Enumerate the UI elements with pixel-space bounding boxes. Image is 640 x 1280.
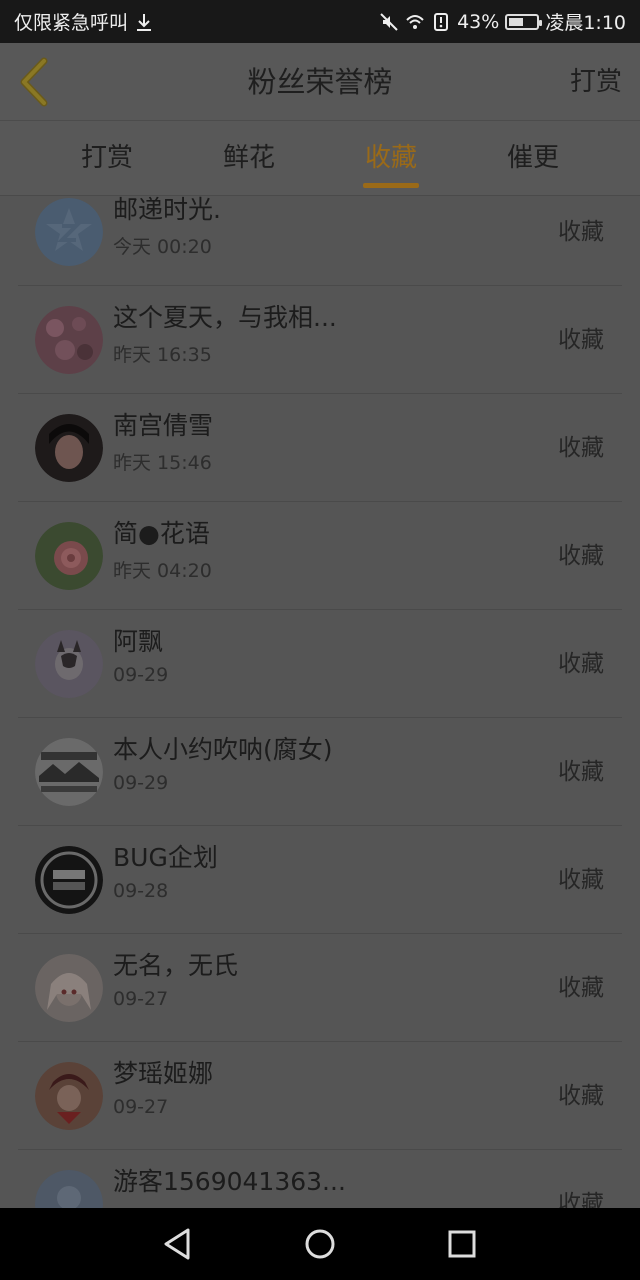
fan-time: 昨天 04:20: [113, 560, 212, 582]
avatar: [35, 198, 103, 266]
avatar: [35, 414, 103, 482]
tab-reward[interactable]: 打赏: [47, 121, 167, 196]
fan-name: 阿飘: [113, 627, 164, 656]
list-item[interactable]: 梦瑶姬娜 09-27 收藏: [18, 1042, 622, 1150]
active-tab-indicator: [363, 183, 419, 188]
mute-icon: [380, 12, 398, 31]
fan-tag: 收藏: [558, 435, 604, 461]
tab-flowers[interactable]: 鲜花: [189, 121, 309, 196]
system-nav-bar: [0, 1208, 640, 1280]
list-item[interactable]: 这个夏天，与我相... 昨天 16:35 收藏: [18, 286, 622, 394]
fan-tag: 收藏: [558, 867, 604, 893]
fan-name: 游客1569041363...: [113, 1167, 346, 1196]
fan-time: 09-29: [113, 664, 169, 686]
fan-name: 梦瑶姬娜: [113, 1059, 214, 1088]
status-left-text: 仅限紧急呼叫: [14, 12, 129, 34]
list-item[interactable]: 邮递时光. 今天 00:20 收藏: [18, 196, 622, 286]
reward-button[interactable]: 打赏: [570, 43, 622, 121]
fan-tag: 收藏: [558, 219, 604, 245]
fan-tag: 收藏: [558, 327, 604, 353]
fan-time: 昨天 16:35: [113, 344, 212, 366]
avatar: [35, 1170, 103, 1208]
fan-time: 09-28: [113, 880, 169, 902]
status-time: 凌晨1:10: [545, 12, 626, 34]
home-icon[interactable]: [300, 1224, 340, 1264]
fan-time: 09-29: [113, 772, 169, 794]
list-item[interactable]: 游客1569041363... 收藏: [18, 1150, 622, 1208]
battery-icon: [505, 13, 543, 30]
back-icon[interactable]: [158, 1224, 198, 1264]
fan-time: 昨天 15:46: [113, 452, 212, 474]
avatar: [35, 306, 103, 374]
fan-name: 邮递时光.: [113, 196, 221, 224]
tab-urge[interactable]: 催更: [473, 121, 593, 196]
fan-tag: 收藏: [558, 651, 604, 677]
fan-time: 今天 00:20: [113, 236, 212, 258]
fan-name: 无名，无氏: [113, 951, 239, 980]
avatar: [35, 846, 103, 914]
fan-name: 简●花语: [113, 519, 210, 548]
fan-tag: 收藏: [558, 975, 604, 1001]
wifi-icon: [406, 14, 424, 29]
fan-time: 09-27: [113, 1096, 169, 1118]
fan-time: 09-27: [113, 988, 169, 1010]
avatar: [35, 1062, 103, 1130]
avatar: [35, 522, 103, 590]
fan-tag: 收藏: [558, 1191, 604, 1208]
list-item[interactable]: 简●花语 昨天 04:20 收藏: [18, 502, 622, 610]
fan-name: 这个夏天，与我相...: [113, 303, 337, 332]
avatar: [35, 630, 103, 698]
app-bar: 粉丝荣誉榜 打赏: [0, 43, 640, 121]
list-item[interactable]: 阿飘 09-29 收藏: [18, 610, 622, 718]
page-title: 粉丝荣誉榜: [247, 65, 393, 99]
list-item[interactable]: 南宫倩雪 昨天 15:46 收藏: [18, 394, 622, 502]
fan-name: 本人小约吹呐(腐女): [113, 735, 333, 764]
list-item[interactable]: 无名，无氏 09-27 收藏: [18, 934, 622, 1042]
download-icon: [137, 13, 152, 31]
list-item[interactable]: 本人小约吹呐(腐女) 09-29 收藏: [18, 718, 622, 826]
recents-icon[interactable]: [442, 1224, 482, 1264]
fan-name: BUG企划: [113, 843, 218, 872]
avatar: [35, 954, 103, 1022]
alert-icon: [434, 12, 449, 31]
battery-percent: 43%: [457, 10, 500, 33]
fan-tag: 收藏: [558, 759, 604, 785]
fan-name: 南宫倩雪: [113, 411, 214, 440]
tab-bar: 打赏 鲜花 收藏 催更: [0, 121, 640, 196]
list-item[interactable]: BUG企划 09-28 收藏: [18, 826, 622, 934]
fan-list: 邮递时光. 今天 00:20 收藏 这个夏天，与我相... 昨天 16:35 收…: [0, 196, 640, 1208]
status-bar: 仅限紧急呼叫 43% 凌晨1:10: [0, 0, 640, 43]
fan-tag: 收藏: [558, 1083, 604, 1109]
fan-tag: 收藏: [558, 543, 604, 569]
avatar: [35, 738, 103, 806]
